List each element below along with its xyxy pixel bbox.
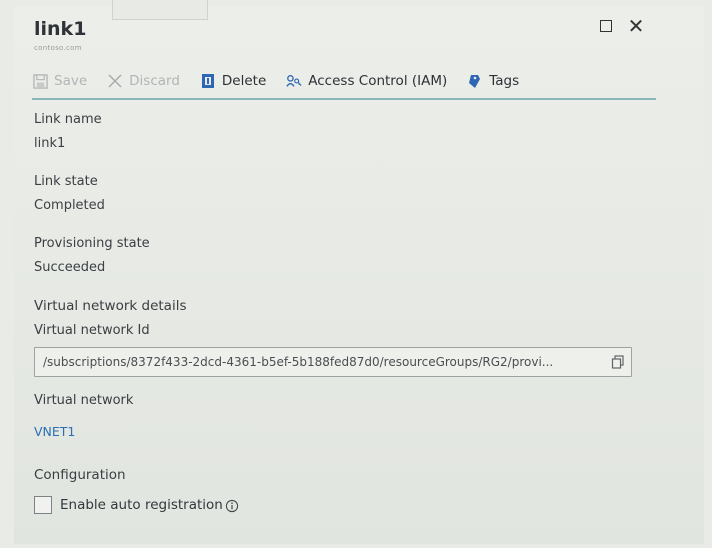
- page-title: link1: [34, 18, 87, 40]
- provisioning-state-value: Succeeded: [34, 260, 106, 275]
- vnet-id-value: /subscriptions/8372f433-2dcd-4361-b5ef-5…: [43, 355, 554, 369]
- users-key-icon: [286, 73, 302, 89]
- link-name-label: Link name: [34, 112, 102, 127]
- info-icon[interactable]: [225, 498, 239, 513]
- access-control-button[interactable]: Access Control (IAM): [286, 73, 447, 89]
- vnet-label: Virtual network: [34, 393, 134, 408]
- vnet-link[interactable]: VNET1: [34, 424, 75, 439]
- auto-registration-checkbox[interactable]: [34, 496, 52, 514]
- link-name-value: link1: [34, 136, 66, 151]
- save-button[interactable]: Save: [32, 73, 87, 89]
- maximize-button[interactable]: [596, 16, 616, 36]
- command-bar: Save Discard Delete Access Control (IAM)…: [32, 64, 656, 100]
- link-blade: link1 contoso.com ✕ Save Discard Delete: [14, 0, 704, 544]
- vnet-id-field[interactable]: /subscriptions/8372f433-2dcd-4361-b5ef-5…: [34, 347, 632, 377]
- maximize-icon: [600, 20, 612, 32]
- link-state-value: Completed: [34, 198, 105, 213]
- background-tab: [112, 0, 208, 20]
- auto-registration-label: Enable auto registration: [60, 497, 223, 513]
- close-icon: ✕: [627, 14, 645, 38]
- tags-label: Tags: [489, 73, 520, 89]
- configuration-heading: Configuration: [34, 467, 126, 483]
- discard-label: Discard: [129, 73, 180, 89]
- close-button[interactable]: ✕: [626, 16, 646, 36]
- delete-label: Delete: [221, 73, 267, 89]
- delete-icon: [200, 73, 216, 89]
- copy-icon[interactable]: [611, 355, 625, 369]
- page-subtitle: contoso.com: [34, 44, 82, 52]
- discard-button[interactable]: Discard: [107, 73, 180, 89]
- vnet-id-label: Virtual network Id: [34, 323, 150, 338]
- delete-button[interactable]: Delete: [200, 73, 266, 89]
- tags-button[interactable]: Tags: [467, 73, 519, 89]
- provisioning-state-label: Provisioning state: [34, 236, 150, 251]
- save-label: Save: [54, 73, 88, 89]
- tag-icon: [467, 73, 483, 89]
- discard-icon: [107, 73, 123, 89]
- vnet-details-heading: Virtual network details: [34, 298, 187, 314]
- auto-registration-row: Enable auto registration: [34, 496, 239, 514]
- access-control-label: Access Control (IAM): [308, 73, 448, 89]
- save-icon: [32, 73, 48, 89]
- link-state-label: Link state: [34, 174, 98, 189]
